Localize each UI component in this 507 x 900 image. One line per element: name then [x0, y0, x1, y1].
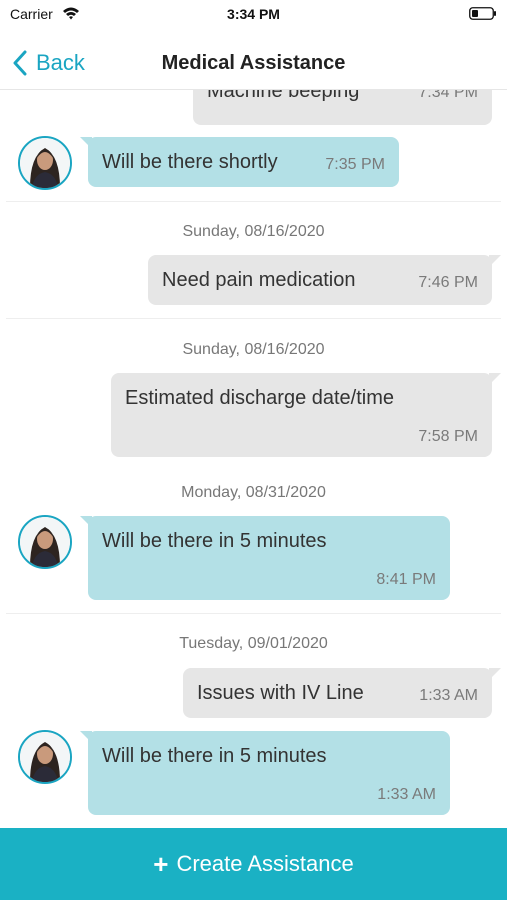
message-time: 7:46 PM — [418, 274, 478, 291]
message-time: 1:33 AM — [377, 786, 436, 803]
message-list[interactable]: Machine beeping 7:34 PM Will be there sh… — [0, 90, 507, 828]
message-text: Estimated discharge date/time — [125, 387, 395, 409]
message-bubble-outgoing[interactable]: Issues with IV Line 1:33 AM — [183, 668, 492, 718]
avatar — [18, 136, 72, 190]
bubble-tail — [489, 373, 501, 385]
message-bubble-outgoing[interactable]: Machine beeping 7:34 PM — [193, 90, 492, 125]
message-time: 1:33 AM — [419, 687, 478, 704]
battery-icon — [469, 7, 496, 20]
message-bubble-outgoing[interactable]: Estimated discharge date/time 7:58 PM — [111, 373, 492, 457]
message-text: Will be there in 5 minutes — [102, 745, 327, 767]
message-text: Will be there in 5 minutes — [102, 530, 327, 552]
message-bubble-outgoing[interactable]: Need pain medication 7:46 PM — [148, 255, 492, 305]
plus-icon: + — [153, 849, 169, 879]
create-assistance-button[interactable]: + Create Assistance — [0, 828, 507, 900]
avatar-image — [20, 732, 70, 782]
message-text: Will be there shortly — [102, 151, 278, 173]
message-bubble-incoming[interactable]: Will be there shortly 7:35 PM — [88, 137, 399, 187]
message-time: 7:58 PM — [418, 428, 478, 445]
page-title: Medical Assistance — [161, 52, 346, 74]
create-assistance-label: Create Assistance — [176, 851, 354, 876]
date-header: Monday, 08/31/2020 — [181, 484, 326, 501]
message-time: 7:35 PM — [325, 156, 385, 173]
date-header: Sunday, 08/16/2020 — [182, 341, 325, 358]
avatar-image — [20, 517, 70, 567]
avatar-image — [20, 138, 70, 188]
message-time: 7:34 PM — [418, 90, 478, 101]
date-header: Tuesday, 09/01/2020 — [179, 635, 328, 652]
message-text: Issues with IV Line — [197, 682, 364, 704]
navigation-bar: Back Medical Assistance — [0, 28, 507, 90]
date-header: Sunday, 08/16/2020 — [182, 223, 325, 240]
clock: 3:34 PM — [227, 6, 280, 22]
message-text: Machine beeping — [207, 90, 360, 102]
separator — [6, 201, 501, 202]
bubble-tail — [489, 668, 501, 680]
status-bar: Carrier 3:34 PM — [0, 0, 507, 28]
avatar — [18, 730, 72, 784]
message-text: Need pain medication — [162, 269, 356, 291]
avatar — [18, 515, 72, 569]
message-bubble-incoming[interactable]: Will be there in 5 minutes 8:41 PM — [88, 516, 450, 600]
message-time: 8:41 PM — [376, 571, 436, 588]
bubble-tail — [489, 255, 501, 267]
separator — [6, 613, 501, 614]
message-bubble-incoming[interactable]: Will be there in 5 minutes 1:33 AM — [88, 731, 450, 815]
separator — [6, 318, 501, 319]
